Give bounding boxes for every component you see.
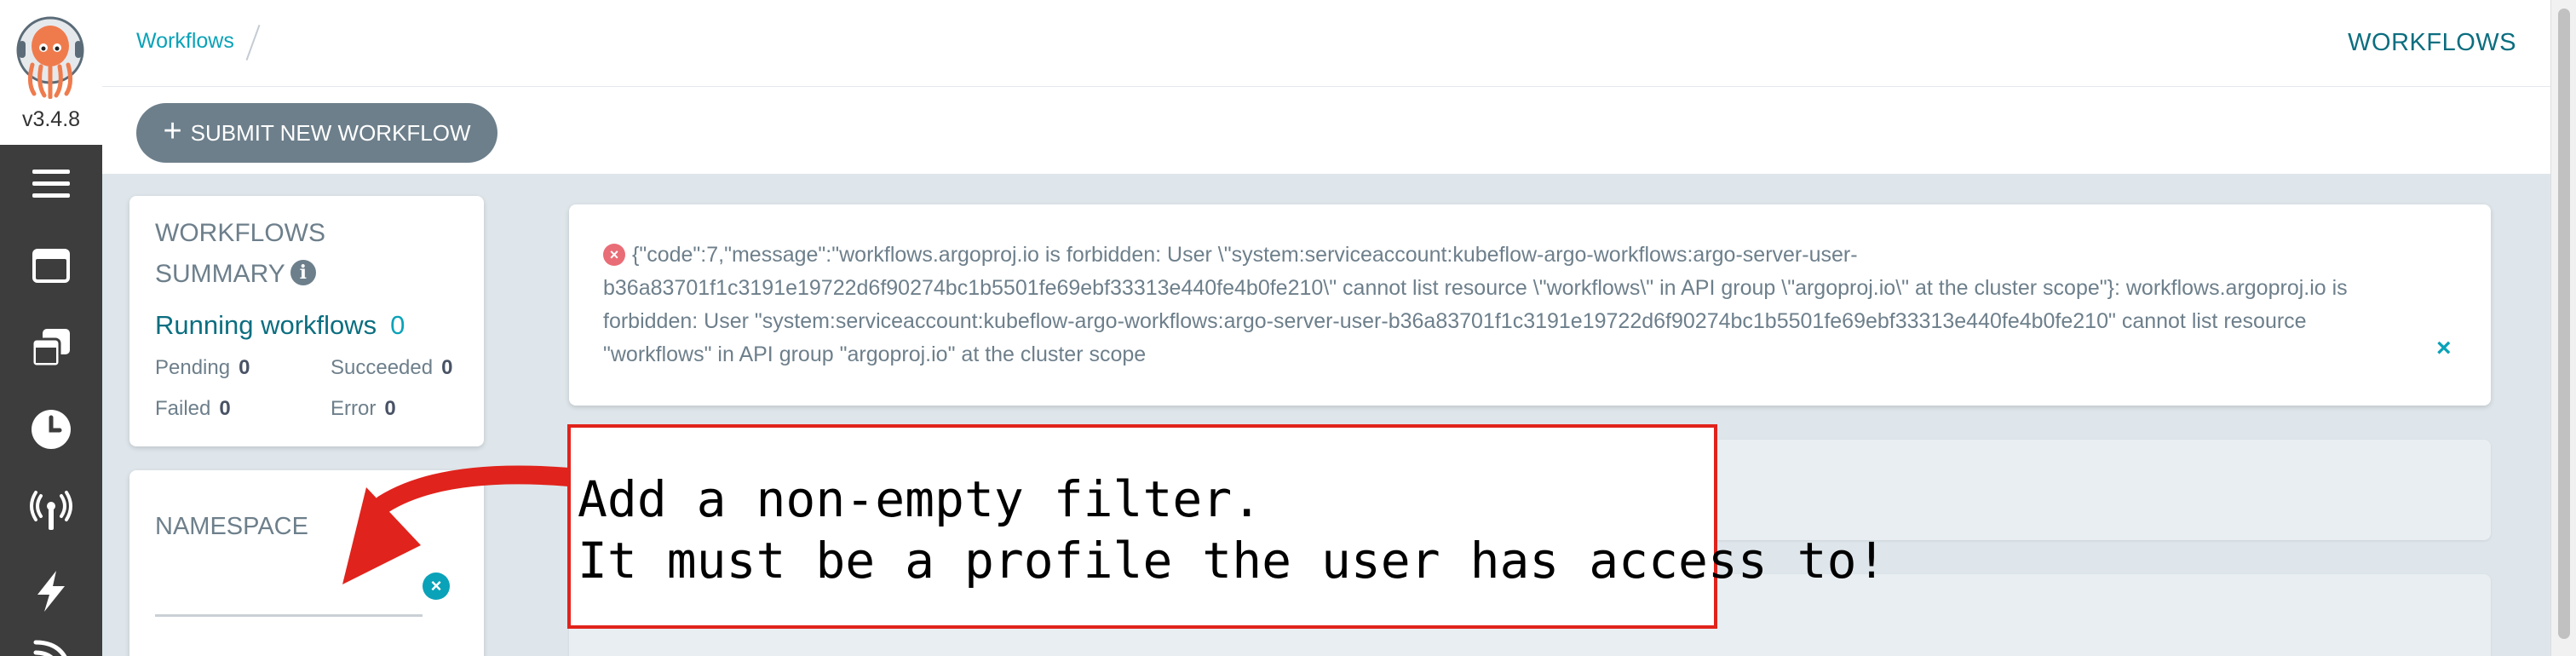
sensors-icon[interactable] [27, 567, 75, 615]
namespace-filter-card: NAMESPACE × [129, 470, 484, 656]
workflows-summary-card: WORKFLOWS SUMMARY i Running workflows 0 Pe… [129, 196, 484, 446]
annotation-text: Add a non-empty filter. It must be a pro… [578, 469, 1886, 591]
workflows-icon[interactable] [27, 242, 75, 290]
info-icon[interactable]: i [290, 260, 316, 285]
cron-workflows-icon[interactable] [27, 406, 75, 453]
page-scrollbar[interactable] [2550, 0, 2576, 656]
error-notice: × {"code":7,"message":"workflows.argopro… [569, 204, 2491, 406]
close-icon[interactable]: × [2436, 334, 2452, 363]
stat-pending: Pending 0 [155, 356, 250, 380]
annotation-line-2: It must be a profile the user has access… [578, 532, 1887, 590]
error-label: Error [331, 397, 377, 420]
namespace-label: NAMESPACE [155, 513, 308, 540]
scrollbar-thumb[interactable] [2558, 9, 2570, 639]
pending-label: Pending [155, 356, 231, 379]
version-label: v3.4.8 [21, 107, 81, 131]
submit-button-label: SUBMIT NEW WORKFLOW [190, 119, 471, 146]
running-label: Running workflows [155, 310, 377, 340]
failed-count: 0 [219, 397, 231, 420]
annotation-box: Add a non-empty filter. It must be a pro… [567, 424, 1886, 629]
annotation-line-1: Add a non-empty filter. [578, 470, 1262, 528]
workflow-templates-icon[interactable] [27, 324, 75, 371]
logo-area: v3.4.8 [0, 0, 102, 145]
namespace-input[interactable] [155, 573, 423, 617]
succeeded-label: Succeeded [331, 356, 434, 379]
failed-label: Failed [155, 397, 211, 420]
menu-icon[interactable] [27, 160, 75, 208]
event-sources-icon[interactable] [27, 487, 75, 535]
side-nav: v3.4.8 [0, 0, 102, 656]
error-message: {"code":7,"message":"workflows.argoproj.… [603, 243, 2348, 366]
pending-count: 0 [239, 356, 250, 379]
top-bar: Workflows WORKFLOWS [102, 0, 2550, 87]
page-title: WORKFLOWS [2348, 29, 2516, 56]
submit-new-workflow-button[interactable]: + SUBMIT NEW WORKFLOW [136, 103, 497, 163]
argo-logo[interactable] [15, 15, 85, 99]
clear-namespace-icon[interactable]: × [423, 573, 450, 600]
error-count: 0 [384, 397, 396, 420]
summary-title: WORKFLOWS SUMMARY i [155, 213, 411, 295]
breadcrumb-workflows[interactable]: Workflows [136, 29, 234, 54]
breadcrumb-separator [245, 24, 261, 61]
event-flow-icon[interactable] [27, 634, 75, 656]
succeeded-count: 0 [441, 356, 453, 379]
stat-failed: Failed 0 [155, 397, 231, 421]
stat-succeeded: Succeeded 0 [331, 356, 452, 380]
plus-icon: + [163, 113, 182, 149]
toolbar: + SUBMIT NEW WORKFLOW [102, 87, 2550, 174]
stat-error: Error 0 [331, 397, 396, 421]
running-workflows: Running workflows 0 [155, 310, 405, 341]
running-count[interactable]: 0 [390, 310, 405, 340]
